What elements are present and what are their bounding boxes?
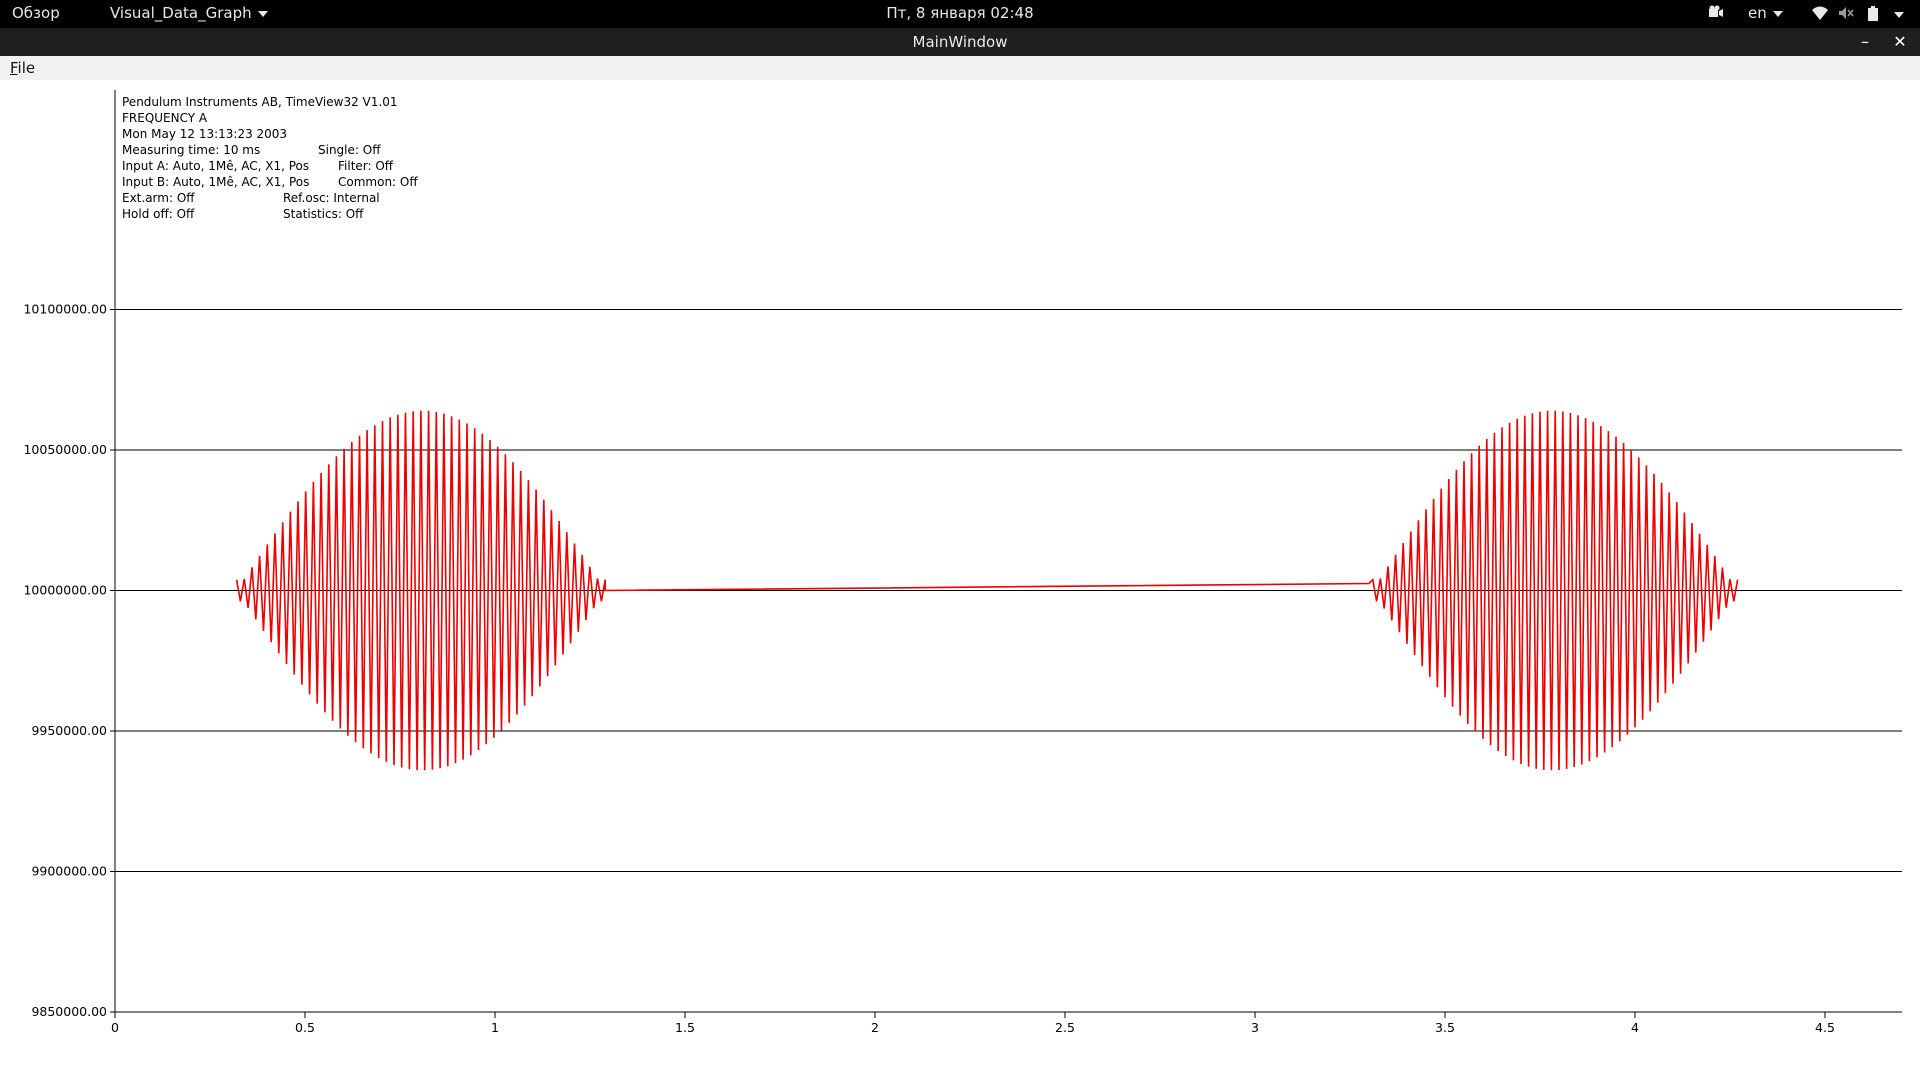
x-tick-label: 4 [1631, 1020, 1639, 1035]
menu-file[interactable]: File [10, 59, 35, 77]
info-input-b: Input B: Auto, 1Mê, AC, X1, Pos [122, 175, 309, 189]
x-tick-label: 3.5 [1435, 1020, 1455, 1035]
top-bar: Обзор Visual_Data_Graph Пт, 8 января 02:… [0, 0, 1920, 28]
x-tick-label: 4.5 [1815, 1020, 1835, 1035]
system-menu[interactable] [1888, 5, 1904, 23]
clock-label: Пт, 8 января 02:48 [886, 4, 1034, 22]
chevron-down-icon [1894, 11, 1904, 18]
info-line-2: FREQUENCY A [122, 111, 208, 125]
screen-share-icon[interactable] [1708, 5, 1724, 23]
y-tick-label: 10100000.00 [23, 302, 107, 317]
info-input-a: Input A: Auto, 1Mê, AC, X1, Pos [122, 159, 309, 173]
info-single: Single: Off [318, 143, 381, 157]
y-tick-label: 9900000.00 [31, 864, 107, 879]
info-hold-off: Hold off: Off [122, 207, 195, 221]
language-label: en [1748, 4, 1767, 22]
battery-icon[interactable] [1868, 6, 1878, 25]
info-statistics: Statistics: Off [283, 207, 364, 221]
y-tick-label: 10000000.00 [23, 583, 107, 598]
y-tick-labels: 10100000.00 10050000.00 10000000.00 9950000… [23, 302, 115, 1019]
volume-muted-icon[interactable] [1838, 6, 1854, 24]
x-tick-label: 3 [1251, 1020, 1259, 1035]
x-tick-label: 2.5 [1055, 1020, 1075, 1035]
instrument-info: Pendulum Instruments AB, TimeView32 V1.0… [122, 95, 418, 221]
axes [114, 90, 1902, 1013]
y-tick-label: 9850000.00 [31, 1004, 107, 1019]
info-line-1: Pendulum Instruments AB, TimeView32 V1.0… [122, 95, 397, 109]
frequency-chart[interactable]: 10100000.00 10050000.00 10000000.00 9950000… [0, 80, 1920, 1080]
info-common: Common: Off [338, 175, 418, 189]
y-tick-label: 9950000.00 [31, 723, 107, 738]
info-line-3: Mon May 12 13:13:23 2003 [122, 127, 287, 141]
info-measuring-time: Measuring time: 10 ms [122, 143, 260, 157]
network-wifi-icon[interactable] [1812, 6, 1828, 24]
close-button[interactable]: ✕ [1888, 30, 1912, 54]
menu-bar: File [0, 56, 1920, 81]
x-tick-label: 1.5 [675, 1020, 695, 1035]
info-ext-arm: Ext.arm: Off [122, 191, 195, 205]
y-tick-label: 10050000.00 [23, 442, 107, 457]
info-filter: Filter: Off [338, 159, 394, 173]
grid-lines [115, 309, 1902, 872]
language-menu[interactable]: en [1748, 4, 1783, 22]
chevron-down-icon [1772, 10, 1783, 17]
window-title: MainWindow [912, 33, 1008, 51]
clock[interactable]: Пт, 8 января 02:48 [0, 4, 1920, 22]
plot-area[interactable]: 10100000.00 10050000.00 10000000.00 9950000… [0, 80, 1920, 1080]
x-tick-label: 2 [871, 1020, 879, 1035]
minimize-button[interactable]: – [1853, 30, 1877, 54]
x-tick-label: 1 [491, 1020, 499, 1035]
x-tick-label: 0 [111, 1020, 119, 1035]
x-tick-label: 0.5 [295, 1020, 315, 1035]
x-tick-labels: 0 0.5 1 1.5 2 2.5 3 3.5 4 4.5 [111, 1012, 1835, 1035]
info-ref-osc: Ref.osc: Internal [283, 191, 380, 205]
window-title-bar[interactable]: MainWindow – ✕ [0, 28, 1920, 56]
